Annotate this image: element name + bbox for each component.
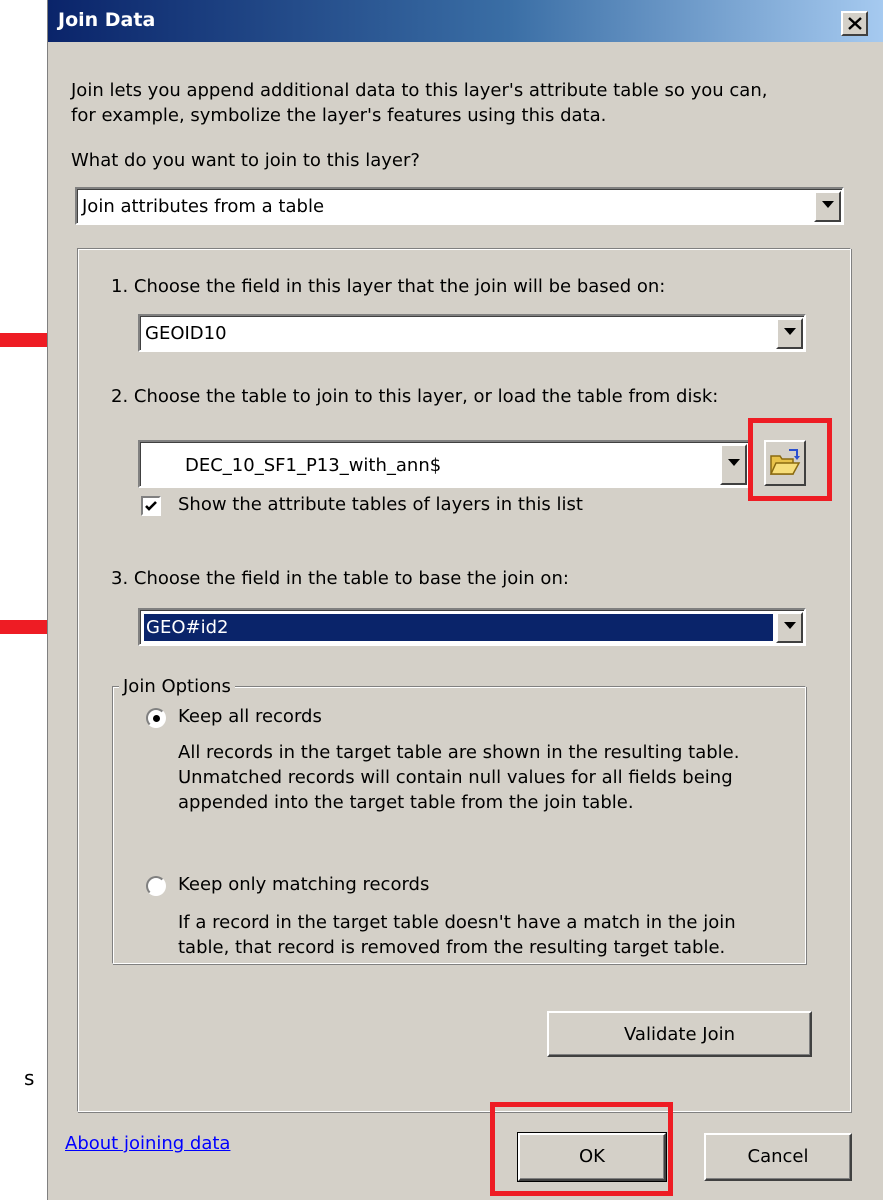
- step2-table-select[interactable]: DEC_10_SF1_P13_with_ann$: [138, 440, 750, 488]
- keep-all-records-description: All records in the target table are show…: [178, 742, 740, 813]
- annotation-highlight-open-table: [748, 418, 832, 501]
- edge-text-fragment: s: [24, 1066, 35, 1090]
- radio-selected-dot: [153, 715, 160, 722]
- step1-dropdown-button[interactable]: [776, 318, 803, 349]
- join-type-value: Join attributes from a table: [82, 196, 325, 217]
- show-attribute-tables-label: Show the attribute tables of layers in t…: [178, 494, 583, 515]
- window-title: Join Data: [58, 9, 156, 31]
- join-type-dropdown-button[interactable]: [814, 191, 841, 222]
- join-options-legend: Join Options: [119, 676, 235, 697]
- step3-field-value: GEO#id2: [143, 613, 774, 642]
- step2-table-value: DEC_10_SF1_P13_with_ann$: [185, 455, 442, 476]
- step3-label: 3. Choose the field in the table to base…: [111, 568, 569, 589]
- close-icon: [848, 17, 862, 30]
- close-button[interactable]: [841, 11, 868, 36]
- keep-matching-records-label: Keep only matching records: [178, 874, 430, 895]
- step1-label: 1. Choose the field in this layer that t…: [111, 276, 666, 297]
- validate-join-label: Validate Join: [624, 1024, 735, 1045]
- step2-dropdown-button[interactable]: [720, 444, 747, 485]
- join-data-dialog: Join Data Join lets you append additiona…: [47, 0, 883, 1200]
- cancel-label: Cancel: [747, 1146, 809, 1167]
- dropdown-arrow-icon: [784, 328, 796, 335]
- keep-matching-records-radio[interactable]: [146, 876, 166, 896]
- join-question-label: What do you want to join to this layer?: [71, 150, 420, 171]
- keep-matching-records-description: If a record in the target table doesn't …: [178, 912, 736, 958]
- keep-all-records-label: Keep all records: [178, 706, 322, 727]
- dropdown-arrow-icon: [784, 622, 796, 629]
- step3-field-select[interactable]: GEO#id2: [138, 608, 806, 646]
- intro-text: Join lets you append additional data to …: [71, 80, 768, 126]
- step1-field-value: GEOID10: [145, 323, 227, 344]
- checkmark-icon: [145, 501, 157, 511]
- title-bar: Join Data: [48, 0, 883, 42]
- about-joining-data-link[interactable]: About joining data: [65, 1133, 230, 1154]
- step3-dropdown-button[interactable]: [776, 612, 803, 643]
- dropdown-arrow-icon: [822, 201, 834, 208]
- cancel-button[interactable]: Cancel: [704, 1133, 852, 1181]
- show-attribute-tables-checkbox[interactable]: [141, 496, 161, 516]
- join-type-select[interactable]: Join attributes from a table: [75, 187, 844, 225]
- validate-join-button[interactable]: Validate Join: [547, 1011, 812, 1057]
- step1-field-select[interactable]: GEOID10: [138, 314, 806, 352]
- step2-label: 2. Choose the table to join to this laye…: [111, 386, 719, 407]
- keep-all-records-radio[interactable]: [146, 708, 166, 728]
- annotation-highlight-ok: [490, 1102, 673, 1196]
- dropdown-arrow-icon: [728, 459, 740, 466]
